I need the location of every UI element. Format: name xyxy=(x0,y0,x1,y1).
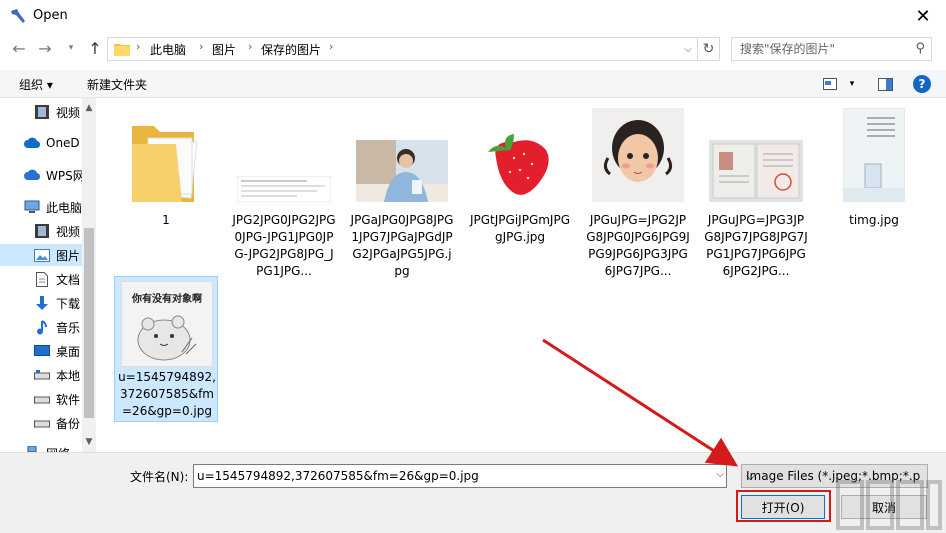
scroll-up-icon[interactable]: ▲ xyxy=(82,100,96,116)
scrollbar-thumb[interactable] xyxy=(84,228,94,418)
document-icon xyxy=(34,271,50,287)
file-item-image-5[interactable]: JPGuJPG=JPG2JPG8JPG0JPG6JPG9JPG9JPG6JPG3… xyxy=(586,106,690,278)
file-name: JPGaJPG0JPG8JPG1JPG7JPGaJPGdJPG2JPGaJPG5… xyxy=(350,213,454,278)
image-thumbnail xyxy=(468,106,572,202)
drive-icon xyxy=(34,415,50,431)
file-item-image-4[interactable]: JPGtJPGiJPGmJPGgJPG.jpg xyxy=(468,106,572,278)
file-name: timg.jpg xyxy=(849,213,899,227)
folder-icon xyxy=(114,42,130,56)
file-name: JPGuJPG=JPG2JPG8JPG0JPG6JPG9JPG9JPG6JPG3… xyxy=(586,213,690,278)
filename-label: 文件名(N): xyxy=(130,470,189,484)
cloud-icon xyxy=(24,167,40,183)
file-list: 1 JPG2JPG0JPG2JPG0JPG-JPG1JPG0JPG-JPG2JP… xyxy=(96,98,946,452)
file-item-image-3[interactable]: JPGaJPG0JPG8JPG1JPG7JPGaJPGdJPG2JPGaJPG5… xyxy=(350,106,454,278)
computer-icon xyxy=(24,199,40,215)
organize-menu[interactable]: 组织 ▾ xyxy=(19,76,53,93)
back-arrow-icon[interactable]: ← xyxy=(8,36,30,60)
file-name: JPGtJPGiJPGmJPGgJPG.jpg xyxy=(469,213,571,244)
file-name: 1 xyxy=(162,213,170,227)
file-item-image-7[interactable]: timg.jpg xyxy=(822,106,926,227)
address-dropdown-chevron-icon[interactable]: ⌵ xyxy=(679,38,697,60)
file-item-image-2[interactable]: JPG2JPG0JPG2JPG0JPG-JPG1JPG0JPG-JPG2JPG8… xyxy=(232,106,336,278)
search-box[interactable]: ⚲ xyxy=(731,37,932,61)
image-thumbnail xyxy=(822,106,926,202)
network-icon xyxy=(24,445,40,452)
preview-pane-icon[interactable] xyxy=(876,74,894,94)
sidebar-scrollbar[interactable]: ▲ ▼ xyxy=(82,98,96,452)
sidebar-item-wps[interactable]: WPS网 xyxy=(0,164,82,186)
breadcrumb-saved-pictures[interactable]: 保存的图片 xyxy=(261,41,321,58)
sidebar-item-software-disk[interactable]: 软件 xyxy=(0,388,82,410)
scroll-down-icon[interactable]: ▼ xyxy=(82,434,96,450)
video-icon xyxy=(34,104,50,120)
sidebar-item-downloads[interactable]: 下载 xyxy=(0,292,82,314)
image-thumbnail xyxy=(350,106,454,202)
breadcrumb-pictures[interactable]: 图片 xyxy=(212,41,236,58)
watermark-logo xyxy=(836,480,942,530)
forward-arrow-icon[interactable]: → xyxy=(34,36,56,60)
sidebar-item-network[interactable]: 网络 xyxy=(0,442,82,452)
image-thumbnail: 你有没有对象啊 xyxy=(115,281,219,367)
file-name: u=1545794892,372607585&fm=26&gp=0.jpg xyxy=(118,370,216,418)
sidebar-item-backup-disk[interactable]: 备份 xyxy=(0,412,82,434)
open-button-highlight xyxy=(736,490,831,522)
file-name: JPG2JPG0JPG2JPG0JPG-JPG1JPG0JPG-JPG2JPG8… xyxy=(232,213,336,278)
drive-icon xyxy=(34,367,50,383)
cloud-icon xyxy=(24,135,40,151)
view-options-chevron-icon[interactable]: ▾ xyxy=(846,74,858,94)
sidebar-item-music[interactable]: 音乐 xyxy=(0,316,82,338)
sidebar-item-desktop[interactable]: 桌面 xyxy=(0,340,82,362)
help-icon[interactable]: ? xyxy=(913,75,931,93)
refresh-icon[interactable]: ↻ xyxy=(698,37,720,61)
address-bar[interactable]: › 此电脑 › 图片 › 保存的图片 › ⌵ xyxy=(107,37,698,61)
title-bar: Open ✕ xyxy=(0,0,946,32)
search-input[interactable] xyxy=(732,38,902,60)
desktop-icon xyxy=(34,343,50,359)
image-thumbnail xyxy=(232,106,336,202)
filename-input[interactable] xyxy=(194,465,704,487)
sidebar-item-onedrive[interactable]: OneD xyxy=(0,132,82,154)
breadcrumb-this-pc[interactable]: 此电脑 xyxy=(150,41,186,58)
sidebar-item-local-disk[interactable]: 本地 xyxy=(0,364,82,386)
thumbnail-caption: 你有没有对象啊 xyxy=(132,294,202,305)
folder-icon xyxy=(114,106,218,204)
file-name: JPGuJPG=JPG3JPG8JPG7JPG8JPG7JPG1JPG7JPG6… xyxy=(704,213,808,278)
file-item-image-6[interactable]: JPGuJPG=JPG3JPG8JPG7JPG8JPG7JPG1JPG7JPG6… xyxy=(704,106,808,278)
new-folder-button[interactable]: 新建文件夹 xyxy=(87,76,147,93)
sidebar-item-this-pc[interactable]: 此电脑 xyxy=(0,196,82,218)
close-icon[interactable]: ✕ xyxy=(900,0,946,32)
image-thumbnail xyxy=(586,106,690,202)
sidebar-item-videos[interactable]: 视频 xyxy=(0,220,82,242)
download-icon xyxy=(34,295,50,311)
view-mode-icon[interactable] xyxy=(822,74,838,94)
command-bar: 组织 ▾ 新建文件夹 ▾ xyxy=(0,70,946,98)
recent-locations-chevron-icon[interactable]: ▾ xyxy=(60,36,82,60)
sidebar-item-pictures[interactable]: 图片 xyxy=(0,244,82,266)
image-thumbnail xyxy=(704,106,808,202)
filename-combo[interactable]: ⌵ xyxy=(193,464,727,488)
file-item-folder-1[interactable]: 1 xyxy=(114,106,218,227)
up-arrow-icon[interactable]: ↑ xyxy=(84,36,106,60)
filename-dropdown-chevron-icon[interactable]: ⌵ xyxy=(716,469,724,480)
search-icon[interactable]: ⚲ xyxy=(915,41,925,56)
window-title: Open xyxy=(33,8,68,23)
sidebar-item-documents[interactable]: 文档 xyxy=(0,268,82,290)
music-icon xyxy=(34,319,50,335)
drive-icon xyxy=(34,391,50,407)
pictures-icon xyxy=(34,247,50,263)
sidebar-item-videos-quick[interactable]: 视频 xyxy=(0,101,82,123)
app-icon xyxy=(9,7,27,25)
file-item-image-8-selected[interactable]: 你有没有对象啊 u=1545794892,372607585&fm=26&gp=… xyxy=(114,276,218,422)
video-icon xyxy=(34,223,50,239)
